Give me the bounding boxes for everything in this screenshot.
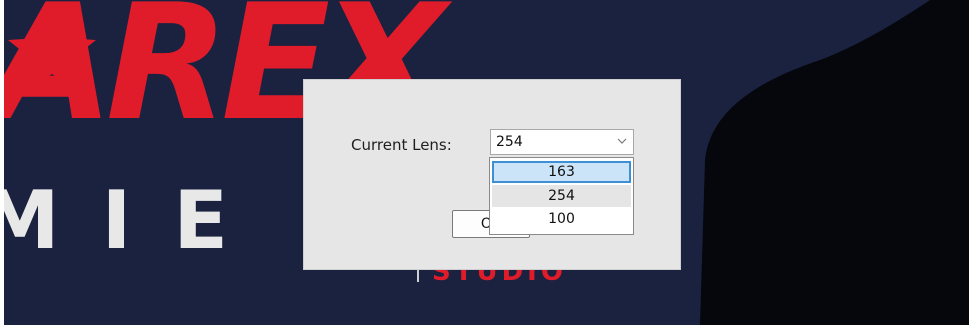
chevron-down-icon: [617, 138, 627, 144]
lens-option-163[interactable]: 163: [492, 161, 631, 183]
lens-select-value: 254: [496, 134, 523, 150]
brand-letters-row: MIE: [0, 174, 270, 267]
lens-select[interactable]: 254: [490, 129, 634, 155]
current-lens-label: Current Lens:: [351, 136, 452, 154]
lens-option-254[interactable]: 254: [492, 185, 631, 207]
lens-dropdown-list: 163 254 100: [489, 157, 634, 235]
lens-option-100[interactable]: 100: [492, 208, 631, 230]
